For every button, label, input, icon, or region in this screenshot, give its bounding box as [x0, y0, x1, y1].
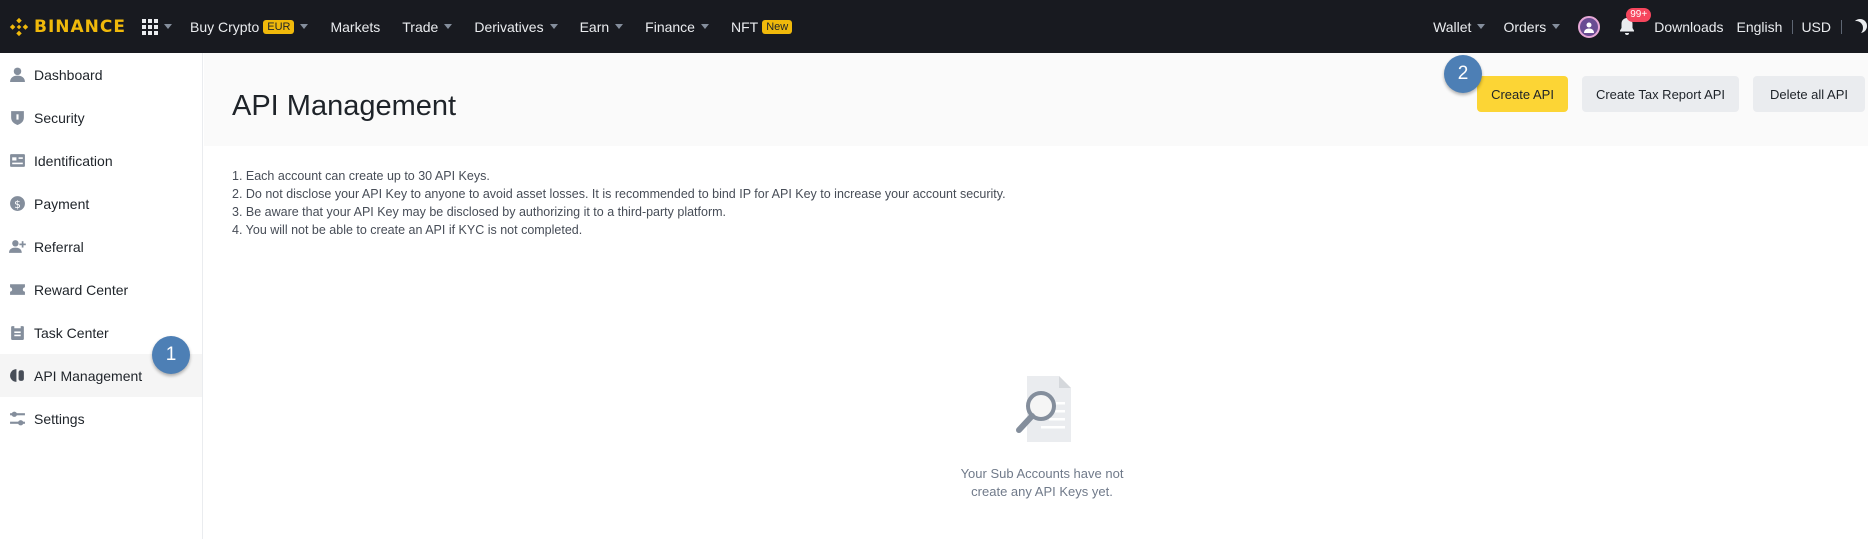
sidebar-item-payment[interactable]: $ Payment [0, 182, 202, 225]
search-document-icon [1016, 376, 1071, 442]
nav-language[interactable]: English [1737, 19, 1783, 35]
shield-icon [8, 109, 26, 127]
nav-wallet[interactable]: Wallet [1433, 18, 1486, 35]
grid-icon [141, 18, 158, 35]
id-card-icon [8, 152, 26, 170]
sidebar-item-label: Dashboard [34, 66, 103, 83]
caret-down-icon [1477, 24, 1486, 29]
nav-orders[interactable]: Orders [1503, 18, 1561, 35]
api-icon [8, 367, 26, 385]
caret-down-icon [444, 24, 453, 29]
sidebar-item-label: Reward Center [34, 281, 129, 298]
caret-down-icon [700, 24, 709, 29]
empty-state-line: create any API Keys yet. [971, 484, 1113, 499]
new-pill: New [762, 19, 793, 34]
page-title: API Management [232, 90, 457, 122]
nav-label: Wallet [1433, 18, 1472, 35]
user-icon [8, 66, 26, 84]
note-line: 2. Do not disclose your API Key to anyon… [232, 187, 1006, 201]
dollar-icon: $ [8, 195, 26, 213]
user-avatar-icon [1584, 22, 1595, 33]
nav-markets[interactable]: Markets [330, 19, 380, 35]
caret-down-icon [549, 24, 558, 29]
apps-menu-button[interactable] [141, 18, 172, 35]
sidebar-item-label: Task Center [34, 324, 109, 341]
nav-label: Buy Crypto [189, 18, 260, 35]
sidebar-item-label: Settings [34, 410, 85, 427]
empty-state-message: Your Sub Accounts have not create any AP… [942, 465, 1142, 501]
step-marker-1: 1 [152, 336, 190, 374]
delete-all-api-button[interactable]: Delete all API [1753, 76, 1865, 112]
nav-finance[interactable]: Finance [645, 19, 709, 35]
notification-count-badge: 99+ [1626, 7, 1652, 22]
sidebar-item-label: Referral [34, 238, 84, 255]
nav-label: Markets [330, 18, 381, 35]
nav-buy-crypto[interactable]: Buy Crypto EUR [189, 18, 309, 35]
sidebar-item-settings[interactable]: Settings [0, 397, 202, 440]
nav-label: Earn [579, 18, 610, 35]
brand-name: BINANCE [34, 16, 126, 37]
top-navigation-bar: BINANCE Buy Crypto EUR Markets Trade Der… [0, 0, 1868, 53]
caret-down-icon [163, 24, 172, 29]
caret-down-icon [615, 24, 624, 29]
currency-pill: EUR [263, 19, 295, 34]
nav-nft[interactable]: NFT New [730, 18, 793, 35]
svg-text:$: $ [14, 198, 21, 211]
nav-label: Trade [402, 18, 439, 35]
create-api-button[interactable]: Create API [1477, 76, 1568, 112]
nav-label: NFT [730, 18, 759, 35]
ticket-icon [8, 281, 26, 299]
sidebar-item-identification[interactable]: Identification [0, 139, 202, 182]
nav-earn[interactable]: Earn [580, 19, 624, 35]
add-user-icon [8, 238, 26, 256]
nav-label: USD [1801, 18, 1831, 35]
sidebar-item-reward-center[interactable]: Reward Center [0, 268, 202, 311]
nav-derivatives[interactable]: Derivatives [474, 18, 558, 35]
nav-label: Downloads [1654, 18, 1724, 35]
nav-label: Derivatives [474, 18, 544, 35]
note-line: 4. You will not be able to create an API… [232, 223, 583, 237]
note-line: 1. Each account can create up to 30 API … [232, 169, 490, 183]
sidebar-item-label: Payment [34, 195, 90, 212]
sidebar-item-label: Identification [34, 152, 113, 169]
sidebar: Dashboard Security Identification $ Paym… [0, 53, 203, 539]
nav-right-group: Wallet Orders 99+ Downloads English USD [1415, 0, 1868, 53]
nav-downloads[interactable]: Downloads [1654, 19, 1723, 35]
binance-logo[interactable]: BINANCE [8, 0, 126, 53]
sidebar-item-dashboard[interactable]: Dashboard [0, 53, 202, 96]
sidebar-item-label: Security [34, 109, 85, 126]
create-tax-report-api-button[interactable]: Create Tax Report API [1582, 76, 1739, 112]
sliders-icon [8, 410, 26, 428]
empty-state: Your Sub Accounts have not create any AP… [942, 366, 1142, 501]
sidebar-item-label: API Management [34, 367, 143, 384]
caret-down-icon [1552, 24, 1561, 29]
dark-mode-moon-icon[interactable] [1849, 21, 1863, 35]
empty-state-line: Your Sub Accounts have not [960, 466, 1124, 481]
note-line: 3. Be aware that your API Key may be dis… [232, 205, 726, 219]
nav-trade[interactable]: Trade [402, 18, 453, 35]
binance-logo-icon [9, 17, 29, 36]
divider [1792, 19, 1794, 34]
sidebar-item-referral[interactable]: Referral [0, 225, 202, 268]
nav-label: Orders [1503, 18, 1547, 35]
nav-label: Finance [645, 18, 695, 35]
caret-down-icon [300, 24, 309, 29]
divider [1841, 19, 1842, 34]
api-notes: 1. Each account can create up to 30 API … [232, 167, 1006, 239]
notifications-button[interactable]: 99+ [1618, 7, 1652, 37]
nav-label: English [1736, 18, 1783, 35]
clipboard-icon [8, 324, 26, 342]
nav-currency[interactable]: USD [1801, 19, 1831, 35]
step-marker-2: 2 [1444, 55, 1482, 93]
main-content: API Management Create API Create Tax Rep… [204, 53, 1868, 539]
sidebar-item-security[interactable]: Security [0, 96, 202, 139]
avatar[interactable] [1578, 15, 1601, 38]
